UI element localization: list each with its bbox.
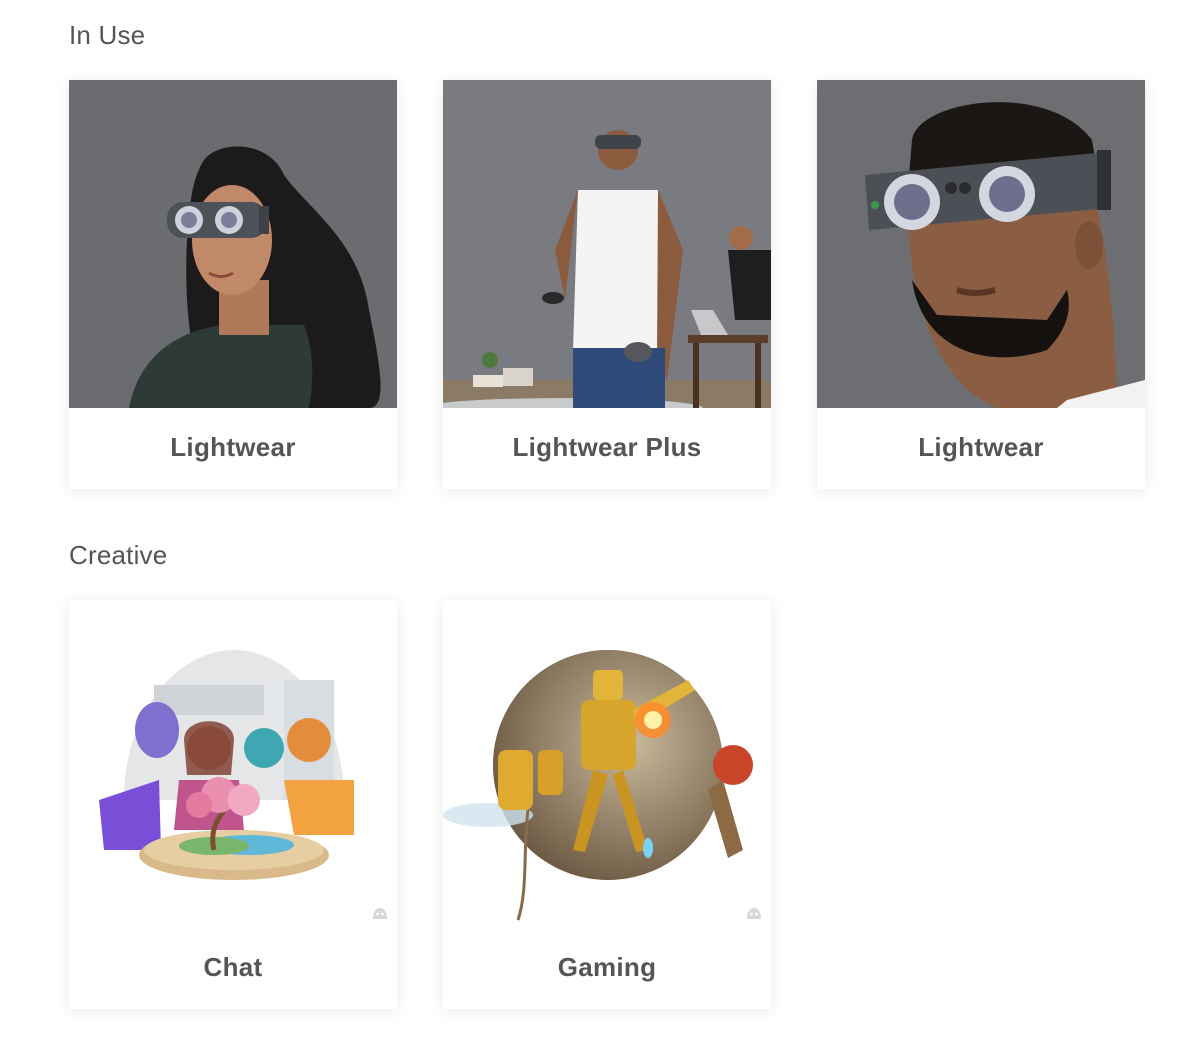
card-gaming[interactable]: Gaming (443, 600, 771, 1009)
creator-badge-icon (747, 908, 761, 919)
card-chat[interactable]: Chat (69, 600, 397, 1009)
man-closeup-headset-photo (817, 80, 1145, 408)
avatars-chat-illustration (69, 600, 397, 928)
woman-wearing-headset-photo (69, 80, 397, 408)
section-title-creative: Creative (69, 540, 168, 570)
card-lightwear-closeup[interactable]: Lightwear (817, 80, 1145, 489)
card-label: Lightwear (918, 432, 1044, 462)
card-lightwear[interactable]: Lightwear (69, 80, 397, 489)
page: In Use Lightwear Lightwear Plus Lightwea… (0, 0, 1200, 1039)
man-standing-with-controller-photo (443, 80, 771, 408)
card-label: Chat (203, 952, 263, 982)
card-label: Lightwear (170, 432, 296, 462)
card-lightwear-plus[interactable]: Lightwear Plus (443, 80, 771, 489)
card-label: Gaming (557, 952, 657, 982)
creator-badge-icon (373, 908, 387, 919)
section-title-in-use: In Use (69, 20, 146, 50)
robot-gaming-illustration (443, 600, 771, 928)
card-label: Lightwear Plus (512, 432, 702, 462)
